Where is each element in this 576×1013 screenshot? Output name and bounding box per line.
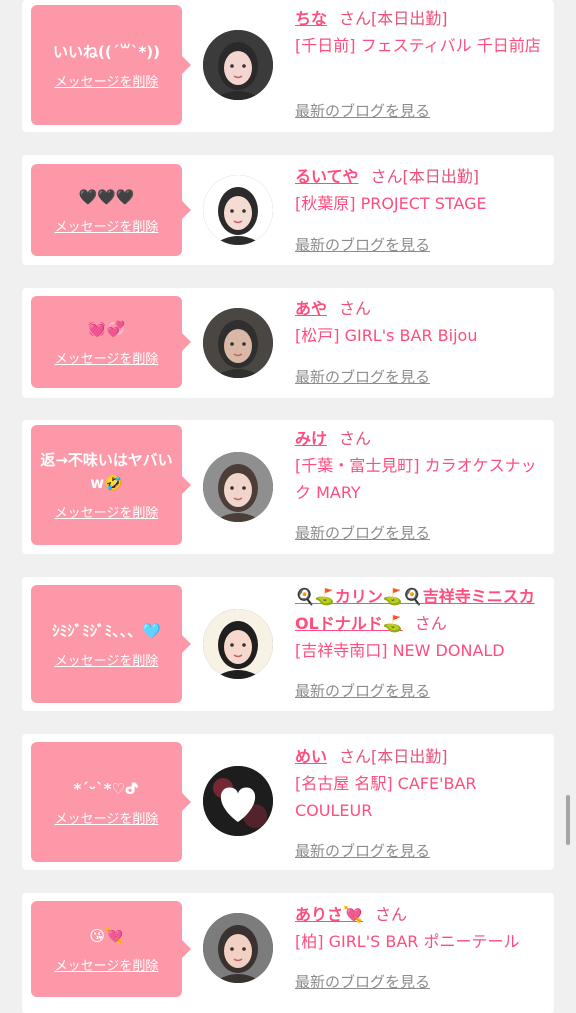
message-bubble: 💓💞 メッセージを削除 (31, 296, 191, 388)
honorific: さん (339, 747, 372, 766)
avatar[interactable] (203, 30, 273, 100)
delete-message-link[interactable]: メッセージを削除 (55, 808, 159, 827)
attendance-status: [本日出勤] (371, 747, 448, 766)
girl-avatar-icon (203, 30, 273, 100)
message-card: ｼﾐｼﾞﾐｼﾞﾐ、、、🩵 メッセージを削除 🍳⛳カリン⛳🍳吉祥寺ミニスカOLドナ… (22, 577, 554, 711)
message-text: いいね((ˊ꒳ˋ*)) (53, 42, 160, 61)
cast-info: ありさ💘 さん [柏] GIRL'S BAR ポニーテール (295, 901, 545, 955)
girl-avatar-icon (203, 609, 273, 679)
message-bubble: 返→不味いはヤバいw🤣 メッセージを削除 (31, 425, 191, 545)
cast-name-link[interactable]: るいてや (295, 167, 359, 186)
message-text: 🖤🖤🖤 (78, 187, 135, 206)
honorific: さん (339, 299, 372, 318)
girl-avatar-icon (203, 913, 273, 983)
shop-name: [柏] GIRL'S BAR ポニーテール (295, 932, 520, 951)
cast-info: るいてや さん[本日出勤] [秋葉原] PROJECT STAGE (295, 163, 545, 217)
message-bubble: ｼﾐｼﾞﾐｼﾞﾐ、、、🩵 メッセージを削除 (31, 585, 191, 703)
delete-message-link[interactable]: メッセージを削除 (55, 955, 159, 974)
honorific: さん (339, 9, 372, 28)
message-card: 返→不味いはヤバいw🤣 メッセージを削除 みけ さん [千葉・富士見町] カラオケ… (22, 420, 554, 554)
message-text: 😘💘 (89, 926, 124, 945)
shop-name: [名古屋 名駅] CAFE'BAR COULEUR (295, 774, 477, 820)
message-card: 😘💘 メッセージを削除 ありさ💘 さん [柏] GIRL'S BAR ポニーテール… (22, 893, 554, 1013)
cast-info: あや さん [松戸] GIRL's BAR Bijou (295, 295, 545, 349)
girl-avatar-icon (203, 308, 273, 378)
cast-info: めい さん[本日出勤] [名古屋 名駅] CAFE'BAR COULEUR (295, 743, 545, 824)
latest-blog-link[interactable]: 最新のブログを見る (295, 366, 430, 387)
message-card: 🖤🖤🖤 メッセージを削除 るいてや さん[本日出勤] [秋葉原] PROJECT … (22, 155, 554, 265)
attendance-status: [本日出勤] (371, 9, 448, 28)
delete-message-link[interactable]: メッセージを削除 (55, 348, 159, 367)
girl-avatar-icon (203, 175, 273, 245)
honorific: さん (339, 429, 372, 448)
avatar[interactable] (203, 175, 273, 245)
latest-blog-link[interactable]: 最新のブログを見る (295, 840, 430, 861)
avatar[interactable] (203, 766, 273, 836)
avatar[interactable] (203, 452, 273, 522)
cast-info: 🍳⛳カリン⛳🍳吉祥寺ミニスカOLドナルド⛳ さん [吉祥寺南口] NEW DONA… (295, 583, 545, 664)
honorific: さん (414, 614, 447, 633)
girl-avatar-icon (203, 452, 273, 522)
cast-name-link[interactable]: めい (295, 747, 327, 766)
avatar[interactable] (203, 913, 273, 983)
message-card: *ˊᵕˋ*♡ᕷ メッセージを削除 めい さん[本日出勤] [名古屋 名駅] CAF… (22, 734, 554, 870)
honorific: さん (370, 167, 403, 186)
shop-name: [秋葉原] PROJECT STAGE (295, 194, 487, 213)
message-bubble: *ˊᵕˋ*♡ᕷ メッセージを削除 (31, 742, 191, 862)
cast-name-link[interactable]: ちな (295, 9, 327, 28)
message-text: 返→不味いはヤバいw🤣 (40, 451, 173, 492)
avatar[interactable] (203, 609, 273, 679)
shop-name: [千葉・富士見町] カラオケスナック MARY (295, 456, 537, 502)
delete-message-link[interactable]: メッセージを削除 (55, 71, 159, 90)
cast-name-link[interactable]: あや (295, 299, 327, 318)
latest-blog-link[interactable]: 最新のブログを見る (295, 522, 430, 543)
shop-name: [吉祥寺南口] NEW DONALD (295, 641, 505, 660)
message-card: 💓💞 メッセージを削除 あや さん [松戸] GIRL's BAR Bijou 最… (22, 288, 554, 398)
honorific: さん (374, 905, 407, 924)
delete-message-link[interactable]: メッセージを削除 (55, 502, 159, 521)
latest-blog-link[interactable]: 最新のブログを見る (295, 234, 430, 255)
scrollbar[interactable] (566, 795, 570, 845)
message-card: いいね((ˊ꒳ˋ*)) メッセージを削除 ちな さん[本日出勤] [千日前] フェ… (22, 0, 554, 132)
latest-blog-link[interactable]: 最新のブログを見る (295, 680, 430, 701)
latest-blog-link[interactable]: 最新のブログを見る (295, 100, 430, 121)
message-bubble: 🖤🖤🖤 メッセージを削除 (31, 164, 191, 256)
delete-message-link[interactable]: メッセージを削除 (55, 216, 159, 235)
avatar[interactable] (203, 308, 273, 378)
cast-name-link[interactable]: ありさ💘 (295, 905, 363, 924)
heart-avatar-icon (203, 766, 273, 836)
latest-blog-link[interactable]: 最新のブログを見る (295, 971, 430, 992)
message-bubble: いいね((ˊ꒳ˋ*)) メッセージを削除 (31, 5, 191, 125)
cast-info: ちな さん[本日出勤] [千日前] フェスティバル 千日前店 (295, 5, 545, 59)
message-text: ｼﾐｼﾞﾐｼﾞﾐ、、、🩵 (52, 621, 161, 640)
attendance-status: [本日出勤] (402, 167, 480, 186)
shop-name: [千日前] フェスティバル 千日前店 (295, 36, 541, 55)
cast-info: みけ さん [千葉・富士見町] カラオケスナック MARY (295, 425, 545, 506)
message-bubble: 😘💘 メッセージを削除 (31, 901, 191, 997)
cast-name-link[interactable]: みけ (295, 429, 327, 448)
delete-message-link[interactable]: メッセージを削除 (55, 650, 159, 669)
message-text: *ˊᵕˋ*♡ᕷ (73, 779, 140, 798)
shop-name: [松戸] GIRL's BAR Bijou (295, 326, 478, 345)
message-text: 💓💞 (87, 319, 126, 338)
